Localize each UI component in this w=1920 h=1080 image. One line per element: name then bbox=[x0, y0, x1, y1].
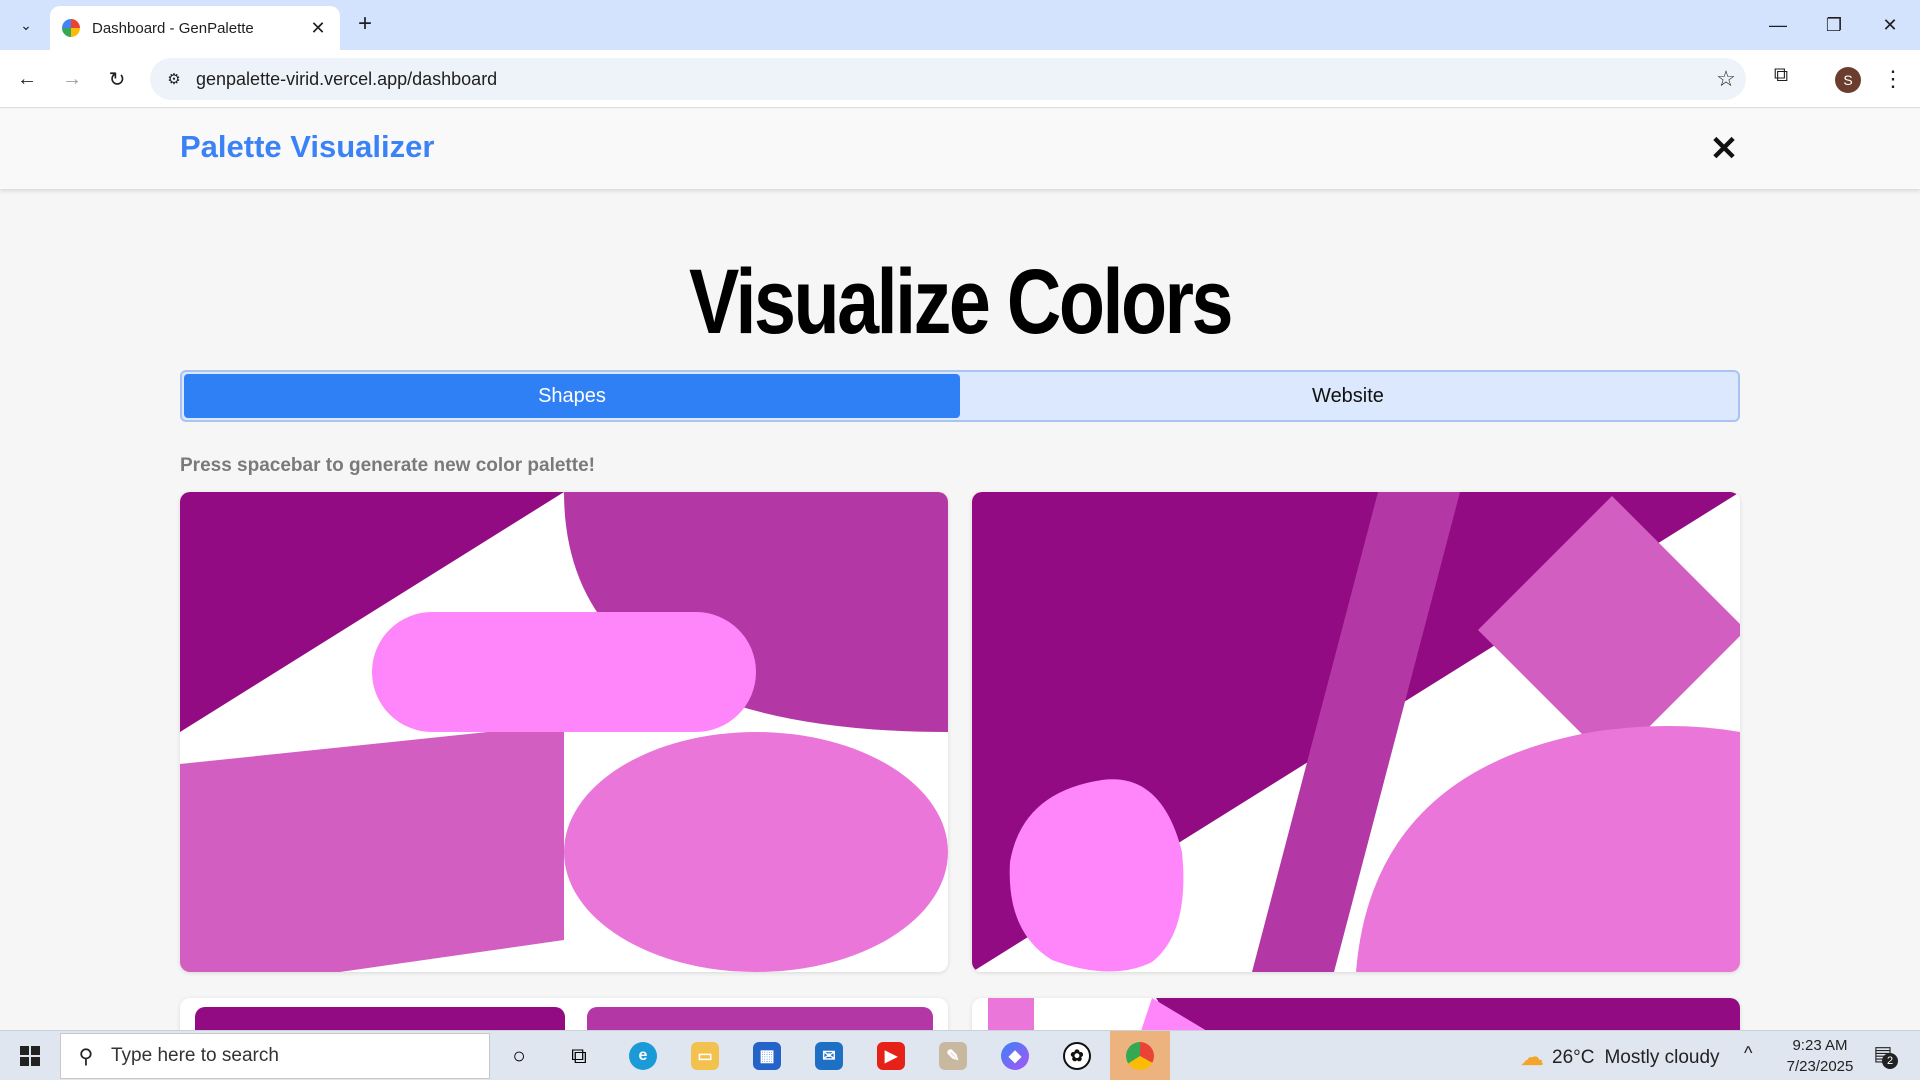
store-icon[interactable]: ▦ bbox=[744, 1037, 790, 1075]
copilot-icon[interactable]: ◆ bbox=[992, 1037, 1038, 1075]
minimize-icon[interactable]: — bbox=[1758, 10, 1798, 40]
task-view-icon[interactable]: ⧉ bbox=[556, 1037, 602, 1075]
tab-search-chevron-icon[interactable]: ⌄ bbox=[10, 9, 42, 41]
address-bar[interactable]: ⚙ genpalette-virid.vercel.app/dashboard … bbox=[150, 58, 1746, 100]
site-info-icon[interactable]: ⚙ bbox=[154, 70, 194, 88]
search-placeholder: Type here to search bbox=[111, 1045, 279, 1066]
restore-icon[interactable]: ❐ bbox=[1814, 10, 1854, 40]
back-icon[interactable]: ← bbox=[12, 64, 42, 94]
favicon-icon bbox=[62, 19, 80, 37]
chrome-icon[interactable] bbox=[1117, 1037, 1163, 1075]
bookmark-star-icon[interactable]: ☆ bbox=[1706, 66, 1746, 92]
ellipse-shape bbox=[564, 732, 948, 972]
windows-start-icon[interactable] bbox=[10, 1041, 50, 1071]
new-tab-icon[interactable]: + bbox=[352, 12, 378, 38]
cloudy-weather-icon: ☁ bbox=[1520, 1044, 1544, 1071]
browser-toolbar: ← → ↻ ⚙ genpalette-virid.vercel.app/dash… bbox=[0, 50, 1920, 108]
browser-tab[interactable]: Dashboard - GenPalette ✕ bbox=[50, 6, 340, 50]
forward-icon[interactable]: → bbox=[57, 64, 87, 94]
shape-card-2 bbox=[972, 492, 1740, 972]
shape-card-1 bbox=[180, 492, 948, 972]
extensions-icon[interactable]: ⧉ bbox=[1766, 64, 1796, 94]
notification-count: 2 bbox=[1882, 1053, 1898, 1069]
clock-date: 7/23/2025 bbox=[1786, 1058, 1854, 1075]
url-text[interactable]: genpalette-virid.vercel.app/dashboard bbox=[196, 69, 1706, 90]
mail-icon[interactable]: ✉ bbox=[806, 1037, 852, 1075]
page-title: Visualize Colors bbox=[688, 251, 1233, 353]
cortana-icon[interactable]: ○ bbox=[496, 1037, 542, 1075]
pill-shape bbox=[372, 612, 756, 732]
chatgpt-icon[interactable]: ✿ bbox=[1054, 1037, 1100, 1075]
taskbar-clock[interactable]: 9:23 AM 7/23/2025 bbox=[1770, 1035, 1870, 1077]
file-explorer-icon[interactable]: ▭ bbox=[682, 1037, 728, 1075]
tray-expand-icon[interactable]: ^ bbox=[1744, 1043, 1752, 1064]
hint-text: Press spacebar to generate new color pal… bbox=[180, 455, 595, 476]
weather-widget[interactable]: ☁ 26°C Mostly cloudy bbox=[1520, 1043, 1720, 1072]
tab-shapes[interactable]: Shapes bbox=[184, 374, 960, 418]
window-close-icon[interactable]: ✕ bbox=[1870, 10, 1910, 40]
app-title[interactable]: Palette Visualizer bbox=[180, 129, 434, 165]
tab-close-icon[interactable]: ✕ bbox=[308, 18, 328, 39]
view-tabs: Shapes Website bbox=[180, 370, 1740, 422]
windows-taskbar: ⚲ Type here to search ○ ⧉ e ▭ ▦ ✉ ▶ ✎ ◆ … bbox=[0, 1030, 1920, 1080]
close-icon[interactable]: ✕ bbox=[1706, 129, 1742, 169]
paint-icon[interactable]: ✎ bbox=[930, 1037, 976, 1075]
tab-website[interactable]: Website bbox=[960, 374, 1736, 418]
edge-icon[interactable]: e bbox=[620, 1037, 666, 1075]
browser-tabstrip: ⌄ Dashboard - GenPalette ✕ + — ❐ ✕ bbox=[0, 0, 1920, 50]
search-icon: ⚲ bbox=[78, 1045, 94, 1068]
profile-avatar[interactable]: S bbox=[1835, 67, 1861, 93]
youtube-icon[interactable]: ▶ bbox=[868, 1037, 914, 1075]
taskbar-search[interactable]: ⚲ Type here to search bbox=[60, 1033, 490, 1079]
weather-temp: 26°C bbox=[1552, 1046, 1595, 1068]
weather-text: Mostly cloudy bbox=[1604, 1046, 1720, 1068]
app-header: Palette Visualizer ✕ bbox=[0, 109, 1920, 189]
browser-menu-icon[interactable]: ⋮ bbox=[1882, 64, 1904, 94]
reload-icon[interactable]: ↻ bbox=[102, 64, 132, 94]
tab-title: Dashboard - GenPalette bbox=[92, 19, 254, 37]
trapezoid-shape bbox=[180, 724, 564, 972]
clock-time: 9:23 AM bbox=[1792, 1037, 1848, 1054]
